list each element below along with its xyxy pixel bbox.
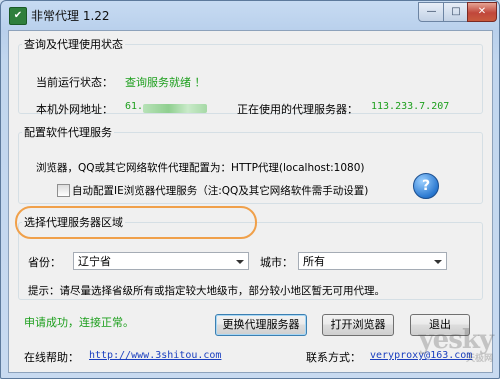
contact-label: 联系方式：	[306, 351, 361, 364]
auto-config-label[interactable]: 自动配置IE浏览器代理服务（注:QQ及其它网络软件需手动设置)	[72, 183, 368, 198]
local-ip-value: 61.	[125, 101, 144, 112]
dialog-body: 查询及代理使用状态 当前运行状态： 查询服务就绪 ！ 本机外网地址： 61. 正…	[8, 30, 493, 373]
proxy-in-use-value: 113.233.7.207	[371, 101, 450, 112]
run-status-value: 查询服务就绪 ！	[125, 76, 206, 89]
app-logo-icon: ✔	[9, 7, 27, 25]
city-select-value: 所有	[303, 255, 325, 268]
window-title: 非常代理 1.22	[31, 9, 110, 23]
config-group: 配置软件代理服务 浏览器，QQ或其它网络软件代理配置为：HTTP代理(local…	[18, 124, 483, 204]
close-button[interactable]: ✕	[467, 2, 497, 22]
title-bar[interactable]: ✔ 非常代理 1.22 — □ ✕	[1, 1, 499, 29]
help-label: 在线帮助：	[24, 351, 79, 364]
open-browser-button[interactable]: 打开浏览器	[322, 314, 394, 336]
status-group: 查询及代理使用状态 当前运行状态： 查询服务就绪 ！ 本机外网地址： 61. 正…	[18, 36, 483, 116]
province-label: 省份：	[28, 256, 61, 269]
status-group-title: 查询及代理使用状态	[24, 38, 123, 51]
province-highlight-annotation	[15, 206, 257, 239]
run-status-label: 当前运行状态：	[36, 76, 113, 89]
help-icon[interactable]: ?	[413, 173, 439, 199]
maximize-button[interactable]: □	[443, 2, 469, 22]
auto-config-checkbox[interactable]	[57, 184, 70, 197]
province-select[interactable]: 辽宁省	[73, 252, 249, 270]
region-tip: 提示：请尽量选择省级所有或指定较大地级市，部分较小地区暂无可用代理。	[28, 285, 385, 297]
change-proxy-button[interactable]: 更换代理服务器	[215, 314, 307, 336]
browser-proxy-info: 浏览器，QQ或其它网络软件代理配置为：HTTP代理(localhost:1080…	[36, 162, 365, 174]
connection-status-message: 申请成功，连接正常。	[24, 316, 134, 329]
chevron-down-icon	[434, 260, 442, 264]
help-url-link[interactable]: http://www.3shitou.com	[89, 350, 221, 361]
local-ip-redaction	[143, 104, 207, 113]
watermark-logo: yesky 天极网	[419, 325, 494, 364]
city-select[interactable]: 所有	[298, 252, 447, 270]
province-select-value: 辽宁省	[78, 255, 111, 268]
minimize-button[interactable]: —	[418, 2, 445, 22]
proxy-in-use-label: 正在使用的代理服务器：	[237, 103, 358, 116]
city-label: 城市：	[260, 256, 293, 269]
app-window: ✔ 非常代理 1.22 — □ ✕ 查询及代理使用状态 当前运行状态： 查询服务…	[0, 0, 500, 379]
config-group-title: 配置软件代理服务	[24, 126, 112, 139]
local-ip-label: 本机外网地址：	[36, 103, 113, 116]
chevron-down-icon	[236, 260, 244, 264]
